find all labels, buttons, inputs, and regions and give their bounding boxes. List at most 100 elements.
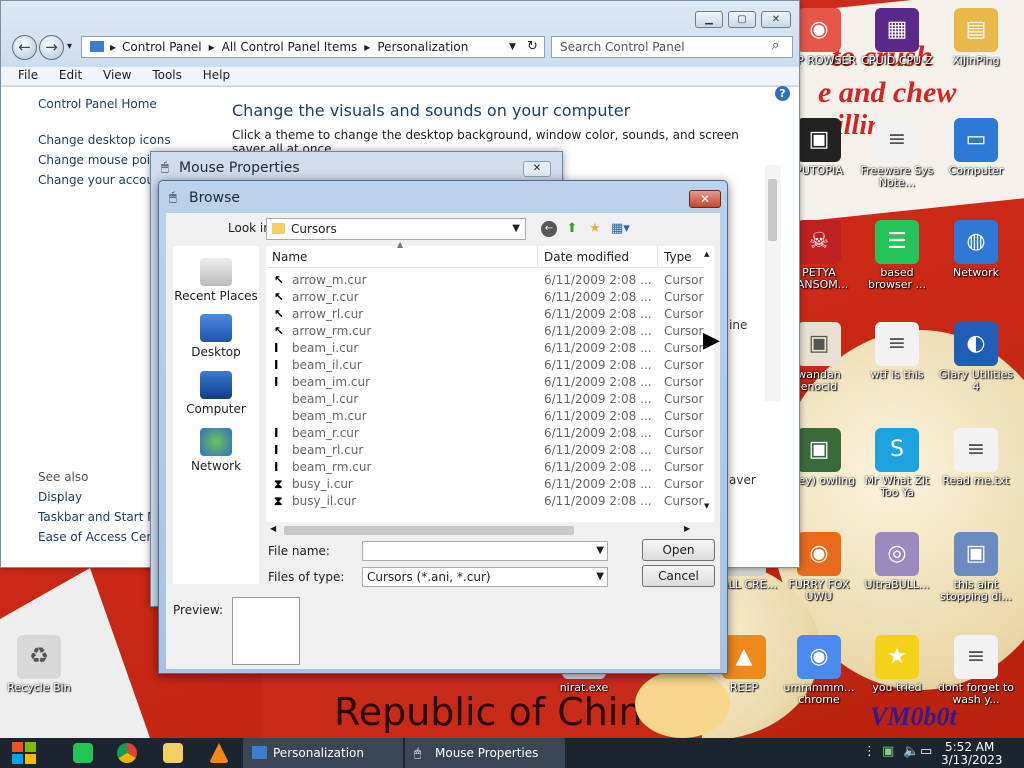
file-row[interactable]: beam_m.cur 6/11/2009 2:08 ... Cursor [266, 408, 706, 425]
desktop-icon[interactable]: ◎ UltraBULL... [858, 532, 936, 591]
scrollbar-thumb[interactable] [284, 526, 574, 535]
file-date: 6/11/2009 2:08 ... [544, 290, 652, 304]
desktop-icon[interactable]: ≡ Freeware Sys Note... [858, 118, 936, 189]
theme-scrollbar[interactable] [765, 165, 781, 401]
task-mouse-properties[interactable]: 🖱 Mouse Properties [405, 738, 565, 768]
up-folder-icon[interactable]: ⬆ [563, 221, 581, 237]
new-folder-icon[interactable]: ★ [586, 221, 604, 237]
desktop-icon[interactable]: ▣ this aint stopping di... [937, 532, 1015, 603]
file-date: 6/11/2009 2:08 ... [544, 409, 652, 423]
action-center-icon[interactable]: ▭ [920, 744, 932, 759]
vlc-icon[interactable] [209, 743, 229, 763]
window-chrome: ▁ ▢ ✕ ← → ▾ ▸ Control Panel ▸ All Control P… [1, 1, 799, 87]
back-button[interactable]: ← [12, 35, 37, 60]
column-name[interactable]: Name [266, 246, 538, 268]
file-row[interactable]: Ibeam_il.cur 6/11/2009 2:08 ... Cursor [266, 357, 706, 374]
nav-change-desktop-icons[interactable]: Change desktop icons [38, 133, 171, 147]
close-button[interactable]: ✕ [761, 11, 791, 28]
scroll-up-icon[interactable]: ▲ [704, 250, 709, 258]
vertical-scrollbar[interactable]: ▲ ▼ [704, 250, 714, 510]
file-name-input[interactable]: ▼ [362, 541, 608, 561]
file-explorer-icon[interactable] [163, 743, 183, 763]
help-icon[interactable]: ? [775, 86, 790, 101]
desktop-icon[interactable]: ≡ Read me.txt [937, 428, 1015, 487]
volume-icon[interactable]: 🔈 [903, 744, 919, 759]
search-icon[interactable]: ⌕ [772, 38, 779, 53]
desktop-icon[interactable]: ▦ CPUID CPU-Z [858, 8, 936, 67]
place-desktop[interactable]: Desktop [173, 314, 259, 359]
file-list[interactable]: Name Date modified Type ▲ ↖ arrow_m.cur 6/… [266, 240, 714, 522]
column-type[interactable]: Type [658, 246, 704, 268]
windows-logo-icon [12, 742, 23, 752]
menu-edit[interactable]: Edit [59, 67, 82, 84]
file-row[interactable]: Ibeam_rm.cur 6/11/2009 2:08 ... Cursor [266, 459, 706, 476]
breadcrumb-control-panel[interactable]: Control Panel [122, 40, 202, 54]
desktop-icon[interactable]: ♻ Recycle Bin [0, 635, 78, 694]
menu-tools[interactable]: Tools [152, 67, 182, 84]
nav-display[interactable]: Display [38, 490, 82, 504]
refresh-icon[interactable]: ↻ [527, 37, 538, 57]
file-row[interactable]: ⧗ busy_il.cur 6/11/2009 2:08 ... Cursor [266, 493, 706, 510]
desktop-icon[interactable]: ≡ dont forget to wash y... [937, 635, 1015, 706]
chevron-down-icon[interactable]: ▼ [596, 568, 604, 586]
file-row[interactable]: beam_l.cur 6/11/2009 2:08 ... Cursor [266, 391, 706, 408]
file-row[interactable]: ⧗ busy_i.cur 6/11/2009 2:08 ... Cursor [266, 476, 706, 493]
task-personalization[interactable]: Personalization [243, 738, 403, 768]
scroll-down-icon[interactable]: ▼ [704, 502, 709, 510]
chevron-down-icon[interactable]: ▼ [596, 542, 604, 560]
place-network[interactable]: Network [173, 428, 259, 473]
desktop-icon[interactable]: ◐ Glary Utilities 4 [937, 322, 1015, 393]
file-row[interactable]: ↖ arrow_r.cur 6/11/2009 2:08 ... Cursor [266, 289, 706, 306]
desktop-icon[interactable]: ▭ Computer [937, 118, 1015, 177]
recent-pages-icon[interactable]: ▾ [67, 41, 72, 52]
clock-date[interactable]: 3/13/2023 [941, 753, 1003, 767]
file-row[interactable]: Ibeam_rl.cur 6/11/2009 2:08 ... Cursor [266, 442, 706, 459]
scroll-left-icon[interactable]: ◀ [270, 524, 276, 533]
tray-overflow-icon[interactable]: ⋮ [863, 744, 876, 759]
menu-file[interactable]: File [18, 67, 38, 84]
nav-control-panel-home[interactable]: Control Panel Home [38, 97, 157, 111]
file-row[interactable]: Ibeam_im.cur 6/11/2009 2:08 ... Cursor [266, 374, 706, 391]
chrome-icon[interactable] [117, 743, 137, 763]
breadcrumb-all-items[interactable]: All Control Panel Items [222, 40, 358, 54]
look-in-select[interactable]: Cursors ▼ [266, 218, 526, 240]
clock-time[interactable]: 5:52 AM [945, 740, 994, 754]
address-dropdown-icon[interactable]: ▼ [509, 37, 516, 57]
chat-app-icon[interactable] [73, 743, 93, 763]
file-row[interactable]: ↖ arrow_m.cur 6/11/2009 2:08 ... Cursor [266, 272, 706, 289]
close-button[interactable]: ✕ [689, 190, 721, 208]
back-icon[interactable]: ← [541, 221, 557, 237]
desktop-icon[interactable]: ★ you tried [858, 635, 936, 694]
search-input[interactable]: Search Control Panel [551, 36, 793, 58]
file-row[interactable]: ↖ arrow_rm.cur 6/11/2009 2:08 ... Cursor [266, 323, 706, 340]
open-button[interactable]: Open [642, 539, 715, 561]
scrollbar-thumb[interactable] [768, 179, 777, 241]
file-row[interactable]: Ibeam_i.cur 6/11/2009 2:08 ... Cursor [266, 340, 706, 357]
close-button[interactable]: ✕ [523, 161, 551, 177]
maximize-button[interactable]: ▢ [728, 11, 756, 28]
desktop-icon[interactable]: ◍ Network [937, 220, 1015, 279]
horizontal-scrollbar[interactable]: ◀ ▶ [266, 522, 696, 538]
network-tray-icon[interactable]: ▣ [882, 744, 894, 759]
files-of-type-select[interactable]: Cursors (*.ani, *.cur) ▼ [362, 567, 608, 587]
forward-button[interactable]: → [39, 35, 64, 60]
address-bar[interactable]: ▸ Control Panel ▸ All Control Panel Items ▸ P… [81, 36, 545, 58]
menu-view[interactable]: View [103, 67, 131, 84]
desktop-icon[interactable]: ≡ wtf is this [858, 322, 936, 381]
file-row[interactable]: Ibeam_r.cur 6/11/2009 2:08 ... Cursor [266, 425, 706, 442]
scroll-right-icon[interactable]: ▶ [684, 524, 690, 533]
cancel-button[interactable]: Cancel [642, 565, 715, 587]
desktop-icon[interactable]: S Mr What Zit Too Ya [858, 428, 936, 499]
desktop-icon[interactable]: ◉ ummmmm... chrome [780, 635, 858, 706]
minimize-button[interactable]: ▁ [695, 11, 723, 28]
place-computer[interactable]: Computer [173, 371, 259, 416]
breadcrumb-personalization[interactable]: Personalization [377, 40, 468, 54]
column-date-modified[interactable]: Date modified [538, 246, 658, 268]
place-recent[interactable]: Recent Places [173, 258, 259, 303]
menu-help[interactable]: Help [203, 67, 230, 84]
file-row[interactable]: ↖ arrow_rl.cur 6/11/2009 2:08 ... Cursor [266, 306, 706, 323]
view-menu-icon[interactable]: ▦▾ [611, 221, 630, 237]
desktop-icon[interactable]: ▤ XiJinPing [937, 8, 1015, 67]
desktop-icon[interactable]: ☰ based browser ... [858, 220, 936, 291]
start-button[interactable] [10, 740, 42, 766]
